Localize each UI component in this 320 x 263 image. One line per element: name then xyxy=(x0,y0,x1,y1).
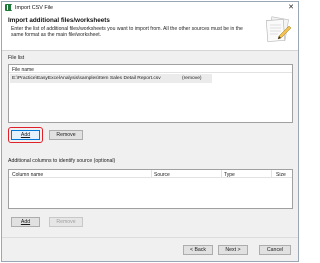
file-list-table[interactable]: File name E:\Practice\EasyExcelAnalysis\… xyxy=(8,64,293,123)
file-list-label: File list xyxy=(8,55,25,61)
column-header-size: Size xyxy=(276,171,286,178)
additional-columns-table[interactable]: Column name Source Type Size xyxy=(8,169,293,209)
add-column-button[interactable]: Add xyxy=(11,217,40,227)
column-header-column-name: Column name xyxy=(12,171,44,178)
remove-link[interactable]: (remove) xyxy=(182,76,202,81)
page-description: Enter the list of additional files/works… xyxy=(11,25,243,39)
next-button-label: Next > xyxy=(225,247,241,253)
next-button[interactable]: Next > xyxy=(218,245,248,255)
import-csv-window: Import CSV File ✕ Import additional file… xyxy=(1,1,299,262)
add-column-button-label: Add xyxy=(20,219,31,225)
documents-stack-icon xyxy=(266,16,292,42)
table-row[interactable]: E:\Practice\EasyExcelAnalysis\samples\It… xyxy=(10,74,212,83)
remove-file-button[interactable]: Remove xyxy=(49,130,83,140)
remove-column-button[interactable]: Remove xyxy=(49,217,83,227)
close-icon[interactable]: ✕ xyxy=(288,3,294,12)
column-header-file-name: File name xyxy=(12,66,34,73)
add-file-button-label: Add xyxy=(20,132,31,138)
cancel-button-label: Cancel xyxy=(266,247,284,253)
additional-columns-header: Column name Source Type Size xyxy=(9,170,292,178)
back-button-label: < Back xyxy=(189,247,206,253)
file-name-cell: E:\Practice\EasyExcelAnalysis\samples\It… xyxy=(12,76,161,81)
remove-file-button-label: Remove xyxy=(56,132,76,138)
page-title: Import additional files/worksheets xyxy=(8,17,110,24)
window-title: Import CSV File xyxy=(15,4,54,11)
footer-divider xyxy=(2,237,298,238)
cancel-button[interactable]: Cancel xyxy=(259,245,291,255)
excel-app-icon xyxy=(5,4,12,11)
file-list-header: File name xyxy=(9,65,292,73)
back-button[interactable]: < Back xyxy=(183,245,213,255)
add-file-button[interactable]: Add xyxy=(11,130,40,140)
wizard-header: Import additional files/worksheets Enter… xyxy=(2,13,298,51)
additional-columns-label: Additional columns to identify source (o… xyxy=(8,158,116,164)
column-header-source: Source xyxy=(154,171,170,178)
title-bar: Import CSV File ✕ xyxy=(2,2,298,13)
remove-column-button-label: Remove xyxy=(56,219,76,225)
column-header-type: Type xyxy=(224,171,235,178)
